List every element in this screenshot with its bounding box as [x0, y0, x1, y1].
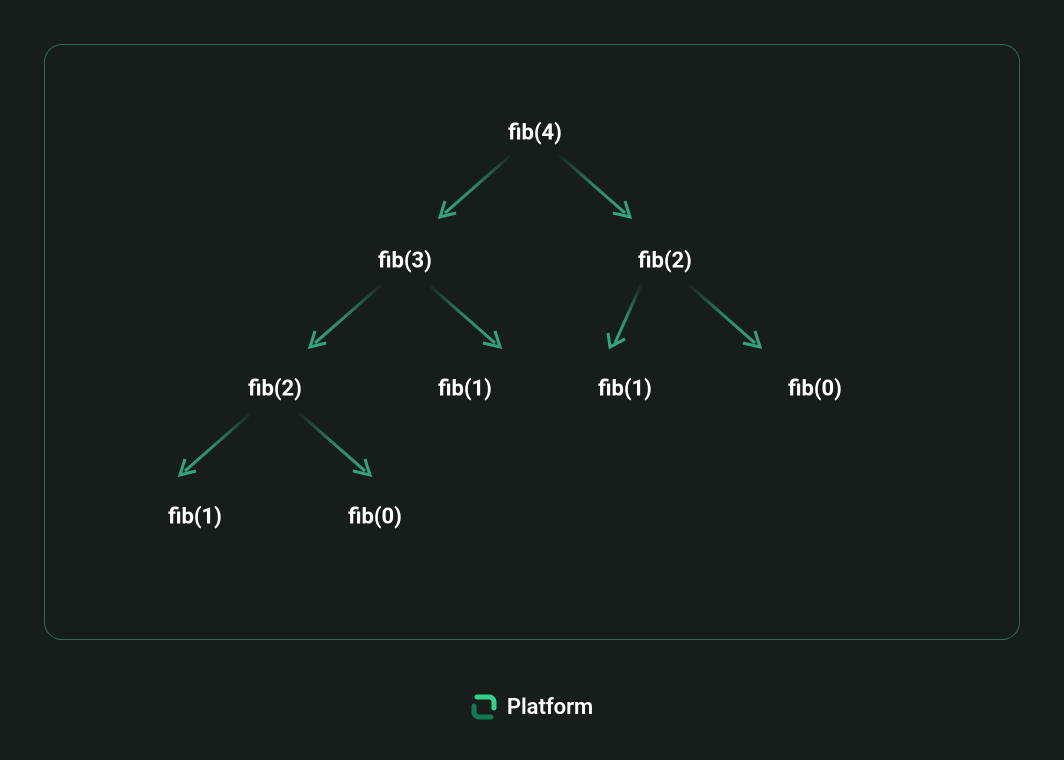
- arrow-icon: [180, 413, 251, 475]
- tree-node: fib(0): [788, 377, 842, 402]
- arrow-icon: [299, 413, 370, 475]
- arrow-icon: [559, 155, 630, 217]
- tree-node: fib(3): [378, 249, 432, 274]
- tree-node-root: fib(4): [508, 121, 562, 146]
- tree-node: fib(2): [248, 377, 302, 402]
- arrow-icon: [440, 155, 511, 217]
- platform-logo-icon: [471, 694, 497, 720]
- tree-node: fib(0): [348, 505, 402, 530]
- brand-name: Platform: [507, 695, 593, 720]
- arrow-icon: [429, 285, 500, 347]
- arrow-icon: [310, 285, 381, 347]
- tree-node: fib(2): [638, 249, 692, 274]
- diagram-panel: fib(4) fib(3) fib(2) fib(2) fib(1) fib(1…: [44, 44, 1020, 640]
- tree-node: fib(1): [168, 505, 222, 530]
- arrow-icon: [608, 285, 641, 347]
- tree-node: fib(1): [598, 377, 652, 402]
- tree-node: fib(1): [438, 377, 492, 402]
- footer: Platform: [0, 694, 1064, 720]
- arrow-icon: [689, 285, 760, 347]
